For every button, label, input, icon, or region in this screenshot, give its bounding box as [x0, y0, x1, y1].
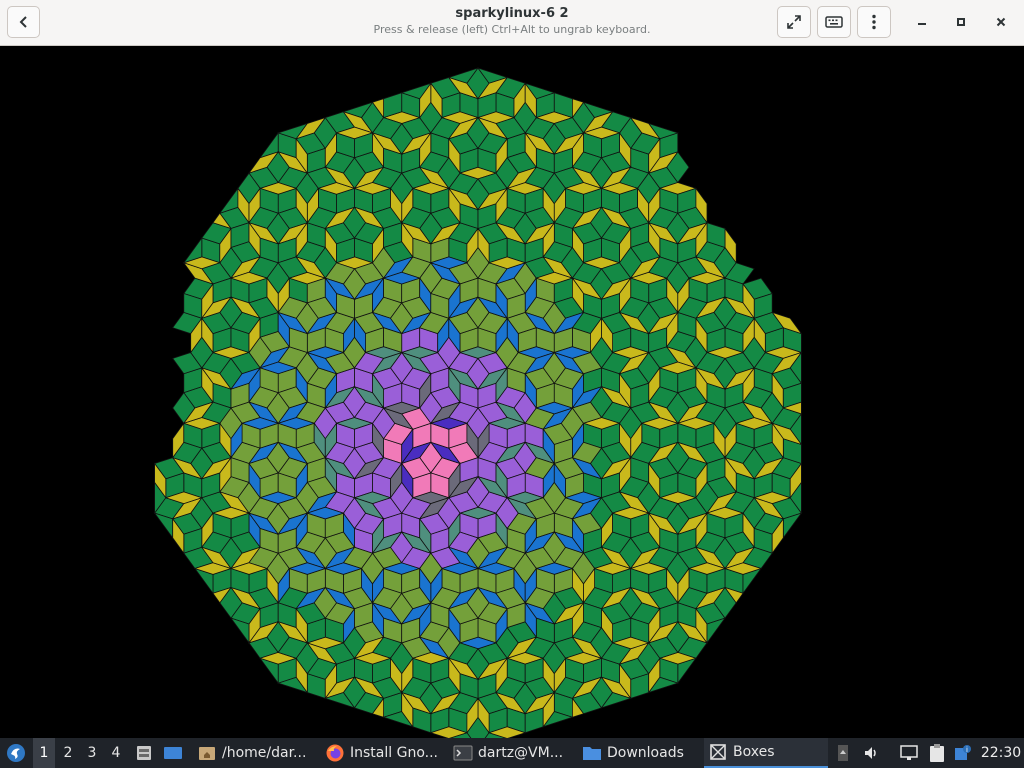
file-cabinet-icon — [137, 746, 151, 760]
task-label: Downloads — [607, 745, 684, 761]
workspace-1[interactable]: 1 — [33, 738, 55, 768]
tray-scroll-button[interactable] — [834, 738, 852, 768]
close-button[interactable] — [988, 10, 1014, 34]
file-manager-launcher[interactable] — [133, 738, 155, 768]
workspace-2[interactable]: 2 — [57, 738, 79, 768]
task-home-folder[interactable]: /home/dar... — [193, 738, 311, 768]
task-label: Boxes — [733, 744, 775, 760]
kebab-menu-icon — [872, 14, 876, 30]
back-button[interactable] — [7, 6, 40, 38]
keyboard-button[interactable] — [817, 6, 851, 38]
vm-display[interactable] — [0, 46, 1024, 738]
back-arrow-icon — [19, 16, 27, 28]
maximize-icon — [957, 18, 965, 26]
menu-button[interactable] — [857, 6, 891, 38]
task-label: dartz@VM... — [478, 745, 564, 761]
window-title: sparkylinux-6 2 — [455, 6, 569, 21]
clipboard-icon — [930, 744, 944, 762]
task-terminal[interactable]: dartz@VM... — [449, 738, 573, 768]
volume-icon — [865, 747, 876, 759]
minimize-button[interactable] — [909, 10, 935, 34]
guest-taskbar: 1 2 3 4 /home/dar... Install Gno... dart… — [0, 738, 1024, 768]
terminal-icon — [453, 745, 473, 761]
network-icon — [900, 745, 918, 760]
folder-home-icon — [199, 747, 215, 760]
task-boxes[interactable]: Boxes — [704, 738, 828, 768]
updates-icon: i — [955, 745, 971, 760]
scroll-up-icon — [838, 745, 848, 761]
svg-text:i: i — [966, 746, 968, 754]
tray-clipboard[interactable] — [926, 738, 948, 768]
folder-icon — [583, 747, 601, 760]
close-icon — [996, 17, 1006, 27]
task-downloads[interactable]: Downloads — [578, 738, 696, 768]
workspace-3[interactable]: 3 — [81, 738, 103, 768]
fullscreen-icon — [787, 15, 801, 29]
task-label: Install Gno... — [350, 745, 438, 761]
tray-volume[interactable] — [860, 738, 884, 768]
fullscreen-button[interactable] — [777, 6, 811, 38]
tray-updates[interactable]: i — [952, 738, 974, 768]
boxes-icon — [710, 744, 726, 760]
keyboard-icon — [825, 16, 843, 28]
window-subtitle: Press & release (left) Ctrl+Alt to ungra… — [373, 23, 651, 36]
window-title-area: sparkylinux-6 2 Press & release (left) C… — [300, 5, 724, 37]
task-label: /home/dar... — [222, 745, 307, 761]
tray-network[interactable] — [896, 738, 922, 768]
window-headerbar: sparkylinux-6 2 Press & release (left) C… — [0, 0, 1024, 46]
sparky-logo-icon — [7, 744, 25, 762]
maximize-button[interactable] — [948, 10, 974, 34]
firefox-icon — [326, 744, 344, 762]
show-desktop-button[interactable] — [161, 738, 185, 768]
clock[interactable]: 22:30 — [978, 738, 1024, 768]
workspace-4[interactable]: 4 — [105, 738, 127, 768]
penrose-tiling-canvas — [153, 67, 803, 738]
desktop-icon — [164, 747, 182, 759]
task-firefox[interactable]: Install Gno... — [321, 738, 443, 768]
minimize-icon — [918, 23, 926, 25]
app-menu-button[interactable] — [2, 738, 30, 768]
